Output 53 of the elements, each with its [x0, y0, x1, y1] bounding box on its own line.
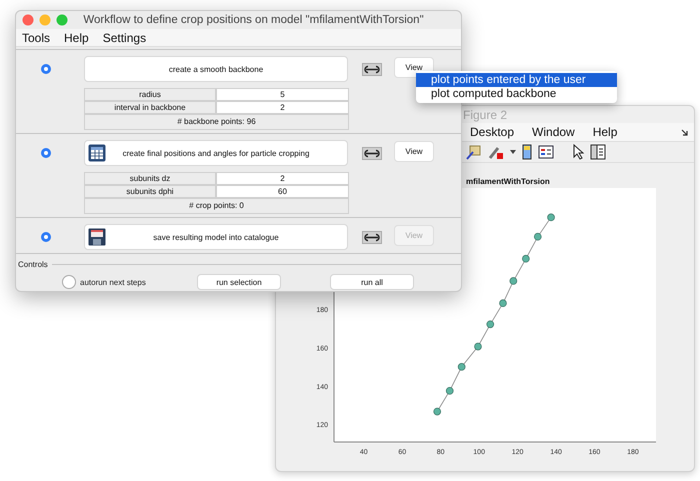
step-button[interactable]: save resulting model into catalogue	[84, 224, 348, 250]
parameter-field[interactable]: 2	[216, 172, 349, 185]
parameter-field[interactable]: 2	[216, 101, 349, 114]
parameter-field[interactable]: 5	[216, 88, 349, 101]
menu-item[interactable]: Help	[64, 30, 89, 44]
paint-brush-icon[interactable]	[488, 144, 504, 160]
radio-button[interactable]	[62, 275, 76, 289]
window-controls-icon[interactable]	[22, 14, 68, 26]
radio-button[interactable]	[41, 232, 51, 242]
data-point	[474, 342, 482, 350]
menu-item[interactable]: Window	[532, 125, 575, 139]
menu-item[interactable]: Help	[592, 125, 618, 139]
parameter-label: subunits dphi	[84, 185, 216, 198]
summary-label: # backbone points: 96	[84, 114, 349, 130]
colorbar-icon[interactable]	[522, 144, 532, 160]
run-button[interactable]: run all	[330, 274, 414, 290]
parameter-label: radius	[84, 88, 216, 101]
caret-icon[interactable]	[510, 149, 516, 155]
dock-arrow-icon[interactable]	[681, 129, 688, 136]
radio-button[interactable]	[41, 64, 51, 74]
menu-item[interactable]: Desktop	[470, 125, 514, 139]
view-button[interactable]: View	[394, 141, 434, 162]
window-title: Figure 2	[462, 108, 508, 122]
window-title: Workflow to define crop positions on model "mfilamentWithTorsion"	[83, 14, 424, 26]
radio-label: autorun next steps	[80, 278, 147, 286]
data-point	[547, 214, 555, 222]
axes-title: mfilamentWithTorsion	[466, 177, 550, 186]
pointer-icon[interactable]	[572, 144, 584, 160]
table-icon	[88, 144, 106, 162]
group-label: Controls	[17, 260, 49, 269]
menu-item[interactable]: plot computed backbone	[416, 87, 617, 101]
step-button[interactable]: create a smooth backbone	[84, 56, 348, 82]
data-point	[458, 363, 466, 371]
menu-item[interactable]: Tools	[22, 30, 50, 44]
data-point	[446, 387, 454, 395]
parameter-label: interval in backbone	[84, 101, 216, 114]
menu-item[interactable]: plot points entered by the user	[416, 73, 617, 87]
brush-data-icon[interactable]	[466, 144, 482, 160]
data-point	[433, 408, 442, 416]
data-point	[499, 299, 507, 307]
panel-icon[interactable]	[590, 144, 606, 160]
step-button[interactable]: create final positions and angles for particle cropping	[84, 140, 348, 166]
legend-icon[interactable]	[538, 144, 554, 160]
data-point	[510, 277, 518, 285]
data-point	[534, 232, 542, 240]
radio-button[interactable]	[41, 148, 51, 158]
summary-label: # crop points: 0	[84, 198, 349, 214]
data-point	[486, 320, 494, 328]
parameter-field[interactable]: 60	[216, 185, 349, 198]
data-point	[522, 254, 530, 263]
run-button[interactable]: run selection	[197, 274, 281, 290]
parameter-label: subunits dz	[84, 172, 216, 185]
menu-item[interactable]: Settings	[102, 30, 146, 44]
